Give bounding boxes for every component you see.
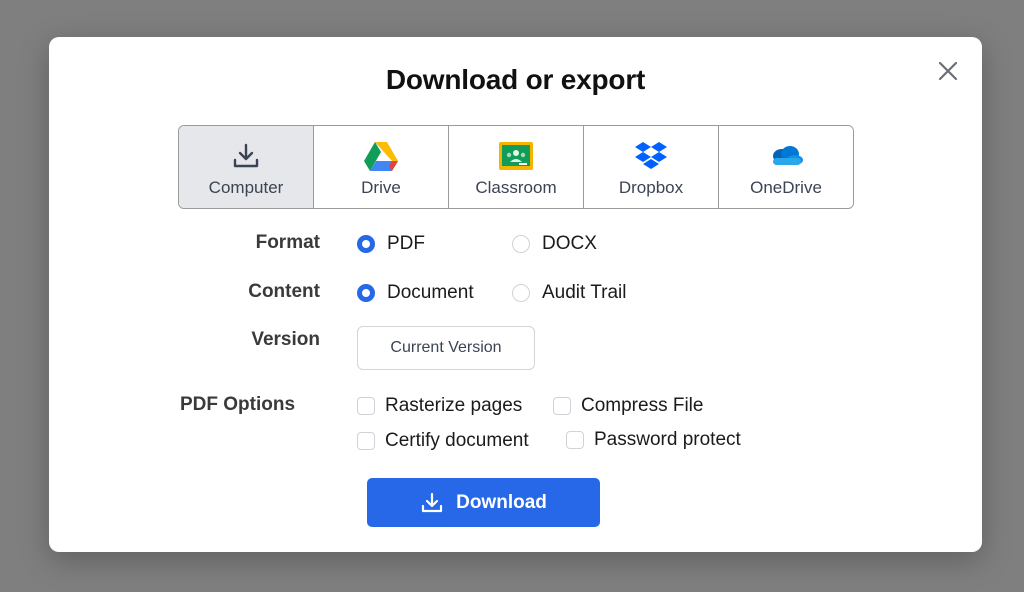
radio-indicator (357, 284, 375, 302)
google-drive-icon (363, 140, 399, 172)
destination-label: Computer (208, 178, 284, 197)
google-classroom-icon (498, 140, 534, 172)
checkbox-label: Certify document (385, 430, 529, 451)
radio-indicator (512, 235, 530, 253)
certify-document-checkbox[interactable]: Certify document (357, 430, 529, 452)
download-icon (420, 491, 444, 515)
checkbox-label: Rasterize pages (385, 395, 523, 416)
checkbox-box (357, 397, 375, 415)
close-icon[interactable] (936, 59, 960, 83)
checkbox-box (566, 431, 584, 449)
destination-classroom[interactable]: Classroom (449, 126, 584, 208)
dialog-title: Download or export (385, 64, 646, 95)
destination-label: OneDrive (750, 178, 822, 197)
destination-label: Drive (361, 178, 401, 197)
radio-label: DOCX (542, 233, 597, 254)
radio-indicator (512, 284, 530, 302)
destination-onedrive[interactable]: OneDrive (719, 126, 853, 208)
password-protect-checkbox[interactable]: Password protect (566, 429, 741, 451)
format-label: Format (255, 232, 320, 253)
pdf-options-label: PDF Options (180, 394, 296, 415)
destination-selector: Computer Drive Classroom Dropbox OneDriv… (178, 125, 854, 209)
radio-label: Audit Trail (542, 282, 627, 303)
radio-label: PDF (387, 233, 425, 254)
destination-dropbox[interactable]: Dropbox (584, 126, 719, 208)
format-docx-radio[interactable]: DOCX (512, 233, 597, 255)
download-export-dialog: Download or export Computer Drive Classr… (49, 37, 982, 552)
checkbox-box (553, 397, 571, 415)
content-document-radio[interactable]: Document (357, 282, 474, 304)
rasterize-pages-checkbox[interactable]: Rasterize pages (357, 395, 522, 417)
download-button-label: Download (456, 491, 547, 513)
compress-file-checkbox[interactable]: Compress File (553, 395, 703, 417)
radio-label: Document (387, 282, 474, 303)
dropbox-icon (633, 140, 669, 172)
version-label: Version (251, 329, 320, 350)
version-select[interactable]: Current Version (357, 326, 535, 370)
checkbox-label: Password protect (594, 429, 741, 450)
destination-label: Dropbox (618, 178, 684, 197)
format-pdf-radio[interactable]: PDF (357, 233, 425, 255)
content-label: Content (248, 281, 320, 302)
checkbox-label: Compress File (581, 395, 704, 416)
destination-computer[interactable]: Computer (179, 126, 314, 208)
destination-label: Classroom (475, 178, 557, 197)
destination-drive[interactable]: Drive (314, 126, 449, 208)
checkbox-box (357, 432, 375, 450)
download-button[interactable]: Download (367, 478, 600, 527)
onedrive-icon (768, 140, 804, 172)
radio-indicator (357, 235, 375, 253)
download-icon (228, 140, 264, 172)
content-audit-trail-radio[interactable]: Audit Trail (512, 282, 626, 304)
